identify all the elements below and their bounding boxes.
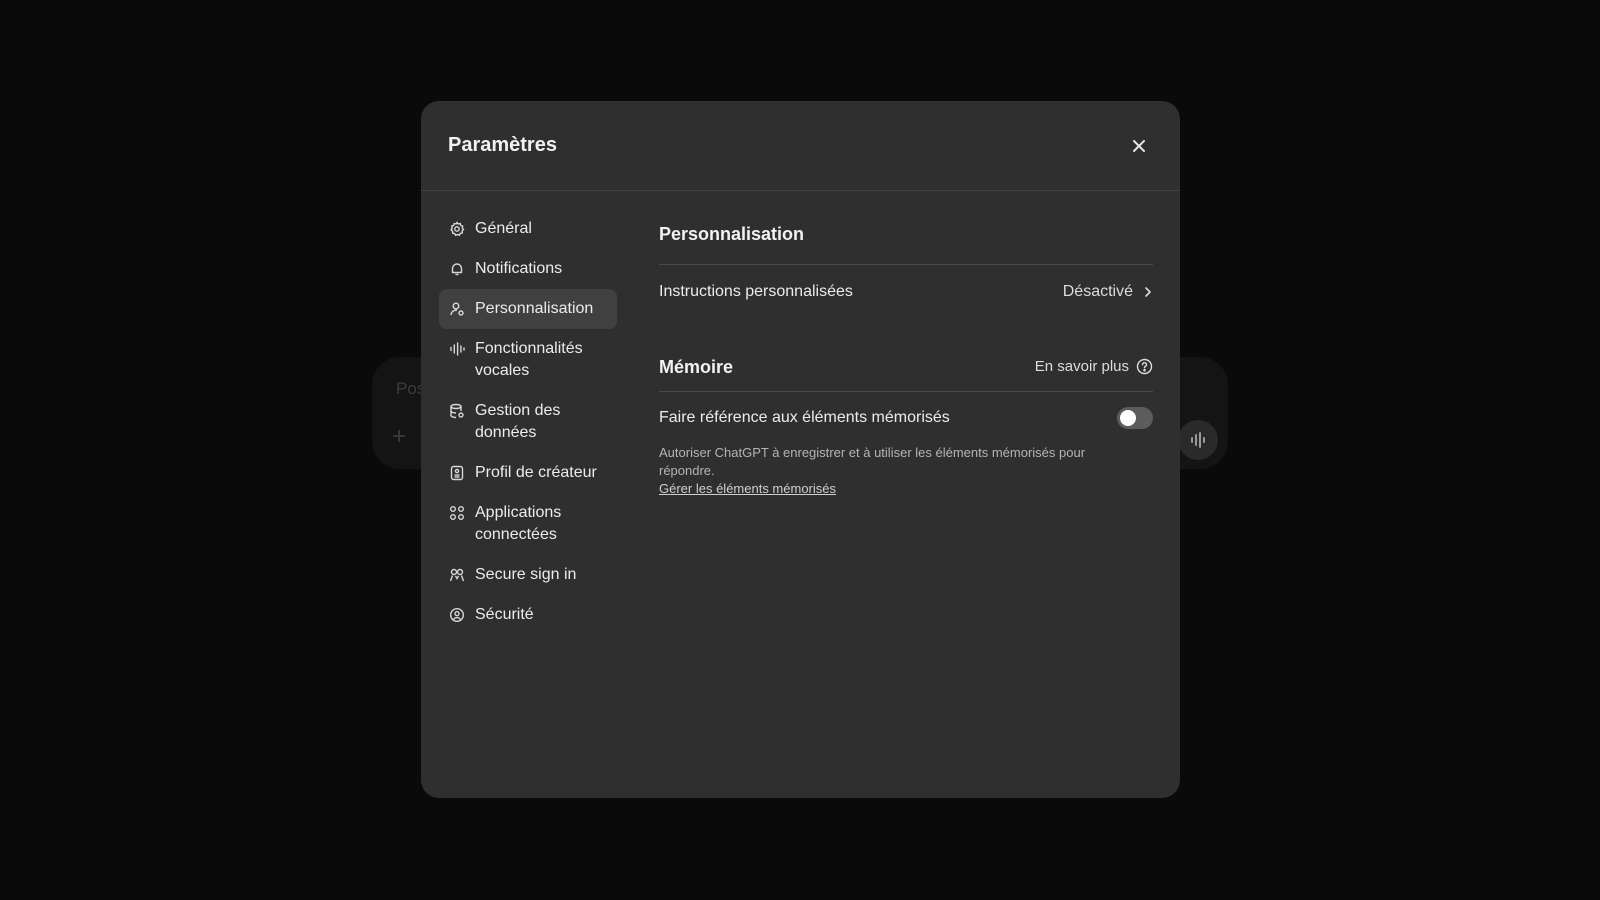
close-icon <box>1133 139 1145 152</box>
modal-title: Paramètres <box>448 134 557 156</box>
waveform-icon <box>449 338 465 360</box>
custom-instructions-label: Instructions personnalisées <box>659 283 853 300</box>
person-gear-icon <box>449 298 465 320</box>
sidebar-item-label: Secure sign in <box>475 566 577 583</box>
sidebar-item-label: Fonctionnalités vocales <box>475 340 583 379</box>
memory-description: Autoriser ChatGPT à enregistrer et à uti… <box>659 445 1086 478</box>
modal-header: Paramètres <box>421 101 1180 191</box>
sidebar-item-label: Sécurité <box>475 606 534 623</box>
settings-content: Personnalisation Instructions personnali… <box>659 191 1180 798</box>
memory-header: Mémoire En savoir plus <box>659 319 1153 391</box>
sidebar-item-label: Personnalisation <box>475 300 594 317</box>
custom-instructions-status: Désactivé <box>1062 283 1133 300</box>
sidebar-item-personalization[interactable]: Personnalisation <box>439 289 617 329</box>
memory-title: Mémoire <box>659 357 734 377</box>
section-title: Personnalisation <box>659 224 805 244</box>
close-button[interactable] <box>1124 131 1154 161</box>
chevron-right-icon <box>1145 287 1151 297</box>
learn-more-link[interactable]: En savoir plus <box>1035 358 1153 379</box>
waveform-icon <box>1191 432 1205 448</box>
custom-instructions-row[interactable]: Instructions personnalisées Désactivé <box>659 265 1153 319</box>
sidebar-item-notifications[interactable]: Notifications <box>439 249 617 289</box>
apps-grid-icon <box>449 502 465 524</box>
learn-more-label: En savoir plus <box>1034 358 1129 375</box>
help-circle-icon <box>1136 358 1153 375</box>
sidebar-item-builder-profile[interactable]: Profil de créateur <box>439 453 617 493</box>
reference-memories-label: Faire référence aux éléments mémorisés <box>659 409 950 426</box>
manage-memories-link[interactable]: Gérer les éléments mémorisés <box>659 480 836 498</box>
sidebar-item-label: Général <box>475 220 532 237</box>
sidebar-item-label: Applications connectées <box>475 504 562 543</box>
sidebar-item-label: Profil de créateur <box>475 464 597 481</box>
settings-modal: Paramètres Général Notifications Personn… <box>421 101 1180 798</box>
database-gear-icon <box>449 400 465 422</box>
people-icon <box>449 564 465 586</box>
voice-mode-button <box>1178 420 1218 460</box>
settings-sidebar: Général Notifications Personnalisation F… <box>421 191 659 798</box>
sidebar-item-secure-sign-in[interactable]: Secure sign in <box>439 555 617 595</box>
plus-icon: + <box>392 423 407 450</box>
sidebar-item-label: Notifications <box>475 260 563 277</box>
id-card-icon <box>449 462 465 484</box>
reference-memories-toggle[interactable] <box>1117 407 1153 429</box>
reference-memories-row: Faire référence aux éléments mémorisés <box>659 392 1153 444</box>
sidebar-item-label: Gestion des données <box>475 402 561 441</box>
sidebar-item-connected-apps[interactable]: Applications connectées <box>439 493 617 555</box>
sidebar-item-general[interactable]: Général <box>439 209 617 249</box>
sidebar-item-voice[interactable]: Fonctionnalités vocales <box>439 329 617 391</box>
sidebar-item-data-controls[interactable]: Gestion des données <box>439 391 617 453</box>
toggle-knob <box>1120 410 1136 426</box>
shield-user-icon <box>449 604 465 626</box>
gear-icon <box>449 218 465 240</box>
sidebar-item-security[interactable]: Sécurité <box>439 595 617 635</box>
bell-icon <box>449 258 465 280</box>
